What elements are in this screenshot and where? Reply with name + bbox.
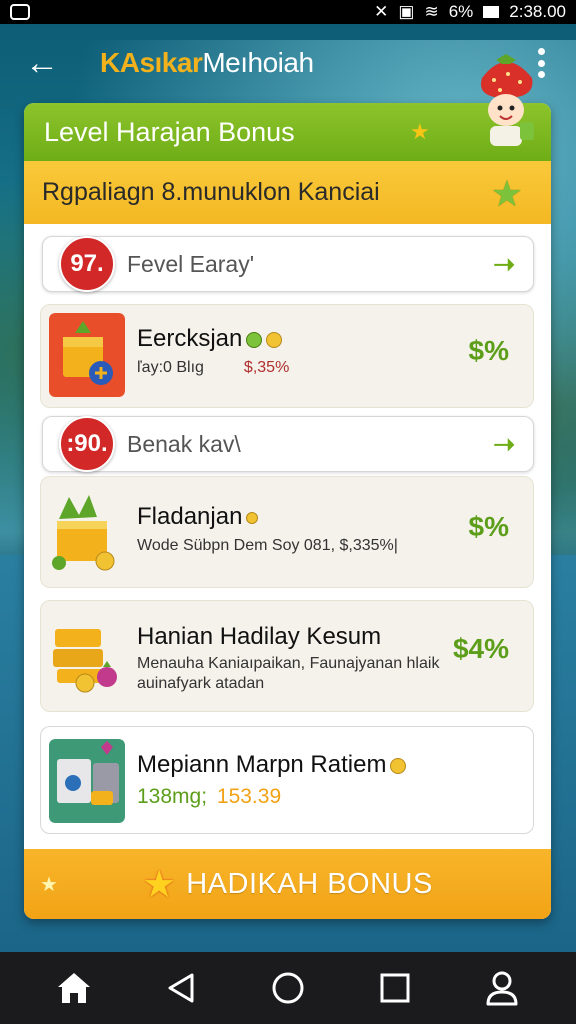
coin-icon [246,511,259,524]
treasure-shop-icon [49,739,125,823]
subtitle: Rgpaliagn 8.munuklon Kanciai [42,178,380,206]
nfc-icon: ✕ [374,2,389,21]
reward-desc: Wode Sübpn Dem Soy 081, $,335%| [137,537,398,554]
bonus-button[interactable]: ★ ★ HADIKAH BONUS [24,849,551,919]
battery-icon [483,6,500,18]
nav-home[interactable] [46,960,102,1016]
star-icon: ★ [410,119,430,144]
square-recents-icon [380,973,410,1003]
subtitle-bar: Rgpaliagn 8.munuklon Kanciai ★ [24,161,551,224]
app-title: KAsıkarMeıhoiah [100,47,314,79]
reward-desc-line2: auinafyark atadan [137,675,265,692]
bonus-card: Level Harajan Bonus ★ Rgpaliagn 8.munukl… [24,103,551,919]
bonus-button-label: HADIKAH BONUS [186,867,433,900]
nav-home-circle[interactable] [260,960,316,1016]
gold-stack-icon [52,495,115,571]
circle-home-icon [272,972,304,1004]
level-row[interactable]: 97. Fevel Earay' ➝ [42,236,534,292]
reward-row[interactable]: Hanian Hadilay Kesum Menauha Kaniaıpaika… [40,600,534,712]
user-icon [486,971,518,1006]
green-star-icon: ★ [490,173,523,214]
vibrate-icon: ▣ [398,2,415,21]
reward-percent: $% [468,511,509,542]
nav-profile[interactable] [474,960,530,1016]
coin-icon [266,331,283,348]
battery-percent: 6% [448,2,474,21]
star-badge-icon: ★ [142,863,177,906]
reward-desc: 138mg; 153.39 [137,785,282,808]
level-badge: :90. [59,416,115,472]
level-label: Benak kav\ [127,430,241,457]
reward-name: Eercksjan [137,325,283,353]
level-title: Level Harajan Bonus [44,116,295,147]
reward-percent: $% [468,335,509,366]
reward-name: Fladanjan [137,503,259,531]
reward-name: Hanian Hadilay Kesum [137,623,382,650]
level-label: Fevel Earay' [127,250,255,277]
status-bar: ✕ ▣ ≋ 6% 2:38.00 [0,0,576,24]
arrow-right-icon[interactable]: ➝ [493,249,515,280]
back-arrow-icon[interactable]: ← [20,41,64,85]
sparkle-icon: ★ [40,873,58,896]
app-title-brand: KAsıkar [100,47,203,78]
reward-row[interactable]: Fladanjan Wode Sübpn Dem Soy 081, $,335%… [40,476,534,588]
reward-desc-line1: Menauha Kaniaıpaikan, Faunajyanan hlaik [137,655,440,672]
wifi-icon: ≋ [424,2,439,21]
gift-box-icon [49,313,125,397]
reward-row[interactable]: Eercksjan ľay:0 Blıg $,35% $% [40,304,534,408]
nav-recents[interactable] [367,960,423,1016]
gold-bars-icon [53,629,117,693]
clock: 2:38.00 [509,2,566,21]
reward-percent: $4% [452,633,509,664]
strawberry-mascot-icon [481,54,534,146]
home-icon [57,973,90,1003]
level-badge: 97. [59,236,115,292]
navigation-bar [0,952,576,1024]
reward-row[interactable]: Mepiann Marpn Ratiem 138mg; 153.39 [40,726,534,834]
app-notification-icon [10,4,30,20]
triangle-back-icon [168,973,194,1003]
app-title-rest: Meıhoiah [202,47,314,78]
reward-name: Mepiann Marpn Ratiem [137,751,407,779]
reward-desc: ľay:0 Blıg $,35% [137,359,290,376]
coin-icon [390,757,407,774]
coin-icon [246,331,263,348]
arrow-right-icon[interactable]: ➝ [493,429,515,460]
nav-back[interactable] [153,960,209,1016]
level-row[interactable]: :90. Benak kav\ ➝ [42,416,534,472]
